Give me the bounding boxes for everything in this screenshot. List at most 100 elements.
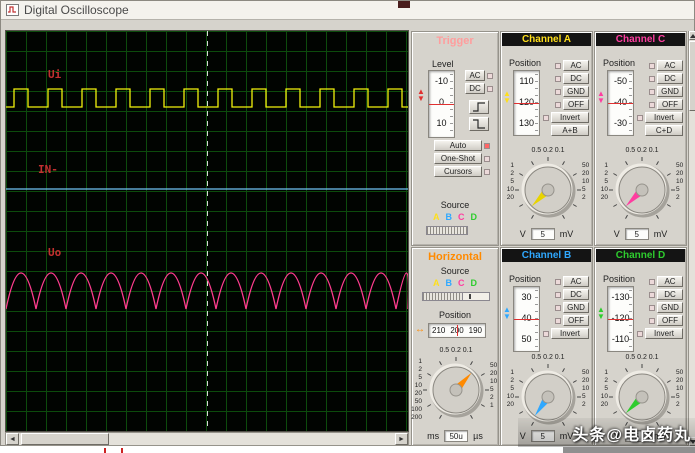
source-d[interactable]: D — [471, 212, 478, 222]
source-b[interactable]: B — [446, 278, 453, 288]
source-d[interactable]: D — [471, 278, 478, 288]
position-marker — [514, 103, 539, 104]
channel-c-sum-button[interactable]: C+D — [645, 125, 683, 136]
trace-label-uo: Uo — [48, 246, 62, 259]
channel-b-position-arrows[interactable]: ▲ ▼ — [503, 306, 511, 321]
channel-a-gnd-button[interactable]: GND — [563, 86, 589, 97]
knob-icon — [609, 157, 675, 219]
channel-a-invert-button[interactable]: Invert — [551, 112, 589, 123]
arrow-down-icon: ▼ — [503, 96, 511, 105]
trigger-source-label: Source — [440, 200, 470, 210]
dc-led — [649, 75, 655, 82]
channel-c-gnd-button[interactable]: GND — [657, 86, 683, 97]
channel-d-off-button[interactable]: OFF — [657, 315, 683, 326]
trigger-ac-button[interactable]: AC — [465, 70, 485, 81]
horizontal-source-slider[interactable] — [422, 292, 464, 301]
channel-a-position-display[interactable]: 110 120 130 — [513, 70, 540, 136]
knob-scale-top: 0.5 0.2 0.1 — [625, 147, 659, 154]
channel-a-off-button[interactable]: OFF — [563, 99, 589, 110]
off-led — [649, 317, 655, 324]
channel-d-title: Channel D — [615, 250, 666, 261]
channel-a-gain-knob[interactable]: 0.5 0.2 0.1 1 2 5 10 20 50 20 10 5 2 — [507, 147, 589, 224]
channel-a-sum-button[interactable]: A+B — [551, 125, 589, 136]
knob-scale-left: 1 2 5 10 20 — [600, 162, 608, 201]
channel-b-section: Channel B Position ▲ ▼ 30 40 50 AC DC GN… — [500, 247, 593, 446]
channel-d-ac-button[interactable]: AC — [657, 276, 683, 287]
unit-right: mV — [653, 229, 668, 239]
oscilloscope-screen: Ui IN- Uo — [5, 30, 409, 432]
channel-b-off-button[interactable]: OFF — [563, 315, 589, 326]
trigger-source-slider[interactable] — [426, 226, 468, 235]
channel-b-gnd-button[interactable]: GND — [563, 302, 589, 313]
trigger-ac-led — [487, 72, 493, 79]
channel-b-dc-button[interactable]: DC — [563, 289, 589, 300]
arrow-down-icon: ▼ — [597, 96, 605, 105]
channel-c-position-arrows[interactable]: ▲ ▼ — [597, 90, 605, 105]
unit-right: mV — [559, 229, 574, 239]
channel-c-scale-value: 5 — [624, 228, 649, 240]
channel-a-section: Channel A Position ▲ ▼ 110 120 130 AC DC… — [500, 31, 593, 246]
scroll-up-icon[interactable] — [689, 31, 695, 40]
oscilloscope-window: Digital Oscilloscope Ui IN- Uo Trigger L… — [0, 0, 695, 446]
scroll-right-icon[interactable]: ► — [395, 433, 408, 445]
scroll-left-icon[interactable]: ◄ — [6, 433, 19, 445]
vertical-scrollbar-thumb[interactable] — [689, 41, 695, 111]
titlebar[interactable]: Digital Oscilloscope — [1, 1, 694, 20]
position-marker — [608, 103, 633, 104]
channel-c-gain-knob[interactable]: 0.5 0.2 0.1 1 2 5 10 20 50 20 10 5 2 — [601, 147, 683, 224]
channel-b-position-display[interactable]: 30 40 50 — [513, 286, 540, 352]
trigger-source-channels: A B C D — [412, 212, 498, 222]
channel-d-invert-button[interactable]: Invert — [645, 328, 683, 339]
unit-left: V — [519, 229, 526, 239]
vertical-scrollbar[interactable] — [688, 31, 695, 446]
channel-b-ac-button[interactable]: AC — [563, 276, 589, 287]
rising-edge-button[interactable] — [469, 100, 489, 114]
source-c[interactable]: C — [458, 212, 465, 222]
channel-a-position-arrows[interactable]: ▲ ▼ — [503, 90, 511, 105]
horizontal-scrollbar[interactable]: ◄ ► — [5, 432, 409, 446]
horizontal-position-display[interactable]: 210 200 190 — [428, 323, 486, 338]
trigger-level-arrows[interactable]: ▲ ▼ — [417, 88, 425, 103]
trace-label-in: IN- — [38, 163, 58, 176]
channel-d-gnd-button[interactable]: GND — [657, 302, 683, 313]
auto-button[interactable]: Auto — [434, 140, 482, 151]
channel-c-invert-button[interactable]: Invert — [645, 112, 683, 123]
channel-a-dc-button[interactable]: DC — [563, 73, 589, 84]
trigger-dc-button[interactable]: DC — [465, 83, 485, 94]
channel-a-ac-button[interactable]: AC — [563, 60, 589, 71]
dc-led — [649, 291, 655, 298]
arrow-leftright-icon[interactable]: ↔ — [415, 324, 425, 335]
knob-scale-top: 0.5 0.2 0.1 — [531, 354, 565, 361]
source-c[interactable]: C — [458, 278, 465, 288]
channel-b-invert-button[interactable]: Invert — [551, 328, 589, 339]
trigger-level-display[interactable]: -10 0 10 — [428, 70, 455, 138]
channel-c-ac-button[interactable]: AC — [657, 60, 683, 71]
position-value: 110 — [519, 76, 534, 86]
source-a[interactable]: A — [433, 212, 440, 222]
rising-edge-icon — [472, 100, 486, 115]
source-a[interactable]: A — [433, 278, 440, 288]
channel-c-position-display[interactable]: -50 -40 -30 — [607, 70, 634, 136]
window-icon — [6, 4, 19, 16]
falling-edge-button[interactable] — [469, 117, 489, 131]
window-title: Digital Oscilloscope — [24, 3, 129, 17]
source-b[interactable]: B — [446, 212, 453, 222]
trigger-dc-led — [487, 85, 493, 92]
timebase-knob[interactable]: 0.5 0.2 0.1 1 2 5 10 20 50 100 200 50 20… — [411, 347, 497, 424]
channel-d-position-display[interactable]: -130 -120 -110 — [607, 286, 634, 352]
source-select-slider[interactable] — [462, 292, 490, 301]
channel-c-off-button[interactable]: OFF — [657, 99, 683, 110]
position-value: -130 — [611, 292, 630, 302]
channel-c-title: Channel C — [615, 34, 666, 45]
channel-d-position-arrows[interactable]: ▲ ▼ — [597, 306, 605, 321]
channel-d-dc-button[interactable]: DC — [657, 289, 683, 300]
off-led — [555, 101, 561, 108]
watermark: 头条@电卤药丸 — [518, 418, 695, 447]
one-shot-button[interactable]: One-Shot — [434, 153, 482, 164]
knob-scale-left: 1 2 5 10 20 — [600, 369, 608, 408]
ac-led — [649, 278, 655, 285]
position-value: -110 — [611, 334, 630, 344]
channel-c-dc-button[interactable]: DC — [657, 73, 683, 84]
cursors-button[interactable]: Cursors — [434, 166, 482, 177]
horizontal-scrollbar-thumb[interactable] — [21, 433, 109, 445]
